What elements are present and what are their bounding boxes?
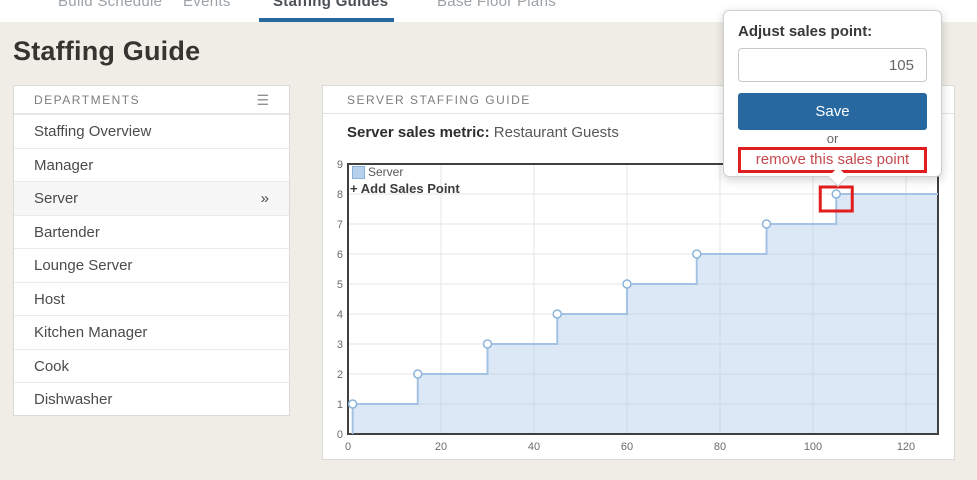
- svg-text:8: 8: [337, 189, 343, 201]
- remove-sales-point-link[interactable]: remove this sales point: [756, 151, 909, 168]
- departments-panel: DEPARTMENTS ☰ Staffing Overview» Manager…: [13, 85, 290, 416]
- chevron-right-icon: »: [260, 190, 269, 207]
- svg-text:6: 6: [337, 249, 343, 261]
- svg-text:120: 120: [897, 441, 915, 453]
- svg-text:7: 7: [337, 219, 343, 231]
- svg-text:0: 0: [337, 429, 343, 441]
- sales-metric-value: Restaurant Guests: [493, 124, 619, 141]
- active-tab-underline: [259, 18, 394, 22]
- svg-text:4: 4: [337, 309, 343, 321]
- tab-staffing-guides[interactable]: Staffing Guides: [273, 0, 388, 10]
- plus-icon: +: [350, 181, 358, 196]
- svg-text:20: 20: [435, 441, 447, 453]
- adjust-sales-point-label: Adjust sales point:: [738, 23, 873, 40]
- svg-text:9: 9: [337, 159, 343, 171]
- departments-header: DEPARTMENTS ☰: [14, 86, 289, 114]
- tab-build-schedule[interactable]: Build Schedule: [58, 0, 162, 10]
- tab-events[interactable]: Events: [183, 0, 231, 10]
- sidebar-item-host[interactable]: Host»: [14, 281, 289, 316]
- svg-text:1: 1: [337, 399, 343, 411]
- sidebar-item-bartender[interactable]: Bartender»: [14, 214, 289, 249]
- svg-text:40: 40: [528, 441, 540, 453]
- sidebar-item-manager[interactable]: Manager»: [14, 147, 289, 182]
- adjust-sales-point-popover: Adjust sales point: Save or remove this …: [723, 10, 942, 187]
- sidebar-item-cook[interactable]: Cook»: [14, 348, 289, 383]
- svg-text:100: 100: [804, 441, 822, 453]
- departments-title: DEPARTMENTS: [34, 92, 141, 107]
- page-title: Staffing Guide: [13, 36, 201, 66]
- svg-text:5: 5: [337, 279, 343, 291]
- panel-title: SERVER STAFFING GUIDE: [347, 92, 531, 107]
- sidebar-item-kitchen-manager[interactable]: Kitchen Manager»: [14, 315, 289, 349]
- svg-text:80: 80: [714, 441, 726, 453]
- svg-text:2: 2: [337, 369, 343, 381]
- sidebar-item-server[interactable]: Server»: [14, 181, 289, 215]
- add-sales-point-button[interactable]: + Add Sales Point: [350, 181, 460, 196]
- or-text: or: [826, 131, 839, 146]
- list-icon[interactable]: ☰: [256, 93, 269, 107]
- svg-text:0: 0: [345, 441, 351, 453]
- tab-base-floor-plans[interactable]: Base Floor Plans: [437, 0, 556, 10]
- svg-text:60: 60: [621, 441, 633, 453]
- sidebar-item-staffing-overview[interactable]: Staffing Overview»: [14, 114, 289, 148]
- sales-metric-label: Server sales metric:: [347, 124, 490, 141]
- sales-point-input[interactable]: [738, 48, 927, 82]
- remove-annotation-box: remove this sales point: [738, 147, 927, 173]
- sales-metric-line: Server sales metric: Restaurant Guests: [347, 124, 619, 141]
- svg-text:3: 3: [337, 339, 343, 351]
- save-button[interactable]: Save: [738, 93, 927, 130]
- sidebar-item-dishwasher[interactable]: Dishwasher»: [14, 382, 289, 416]
- sidebar-item-lounge-server[interactable]: Lounge Server»: [14, 248, 289, 282]
